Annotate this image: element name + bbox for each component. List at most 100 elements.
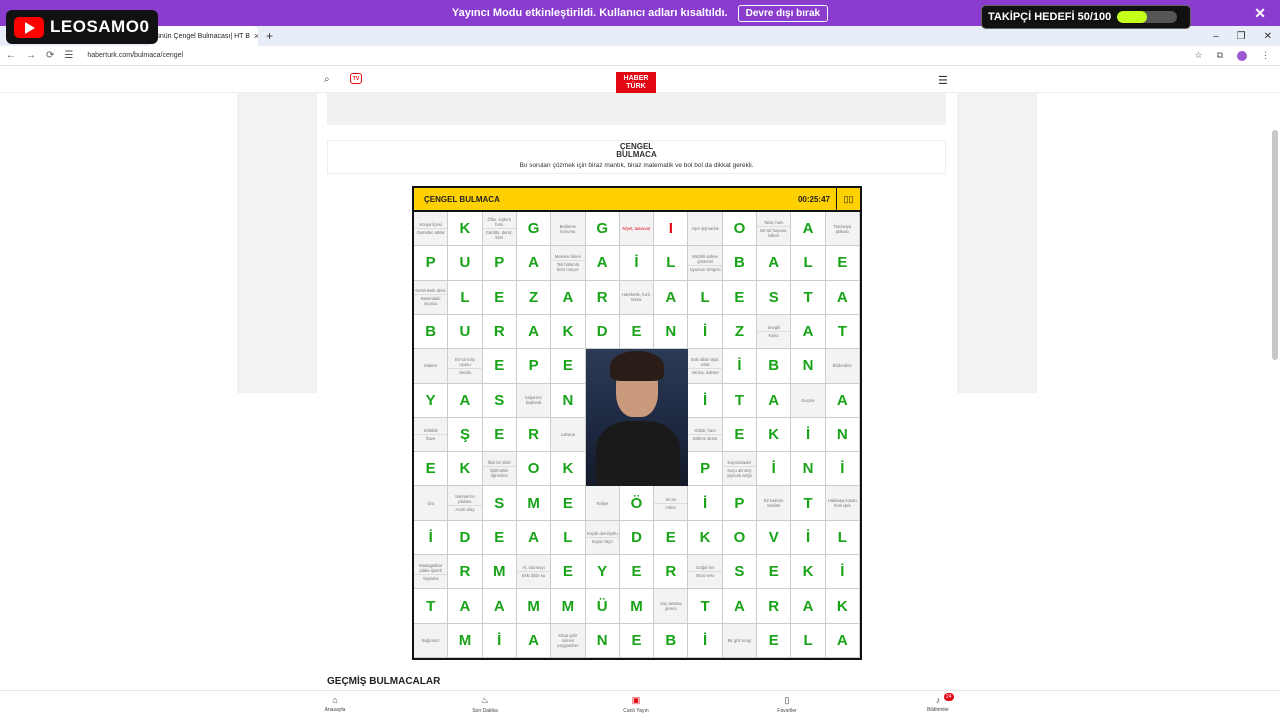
letter-cell[interactable]: L [791,623,826,658]
letter-cell[interactable]: E [757,623,792,658]
minimize-icon[interactable]: – [1213,31,1219,42]
letter-cell[interactable]: R [757,589,792,624]
letter-cell[interactable]: Y [585,555,620,590]
letter-cell[interactable]: S [482,383,517,418]
pause-icon[interactable]: ▯▯ [836,188,860,210]
letter-cell[interactable]: A [585,246,620,281]
letter-cell[interactable]: K [688,520,723,556]
letter-cell[interactable]: M [482,555,517,590]
letter-cell[interactable]: T [688,589,723,624]
nav-home[interactable]: ⌂ Anasayfa [305,695,365,713]
letter-cell[interactable]: A [791,589,826,624]
letter-cell[interactable]: Z [722,314,758,350]
nav-live[interactable]: ▣ Canlı Yayın [606,695,666,714]
letter-cell[interactable]: E [757,555,792,590]
letter-cell[interactable]: N [551,383,586,418]
letter-cell[interactable]: İ [688,314,723,350]
nav-notifications[interactable]: ♪ 24 Bildirimler [908,693,968,713]
letter-cell[interactable]: E [482,520,517,556]
forward-icon[interactable]: → [26,50,36,61]
letter-cell[interactable]: A [722,589,758,624]
reload-icon[interactable]: ⟳ [46,50,54,61]
letter-cell[interactable]: İ [791,417,826,453]
letter-cell[interactable]: E [482,417,517,453]
letter-cell[interactable]: A [448,589,483,624]
letter-cell[interactable]: E [722,417,758,453]
letter-cell[interactable]: T [825,314,860,350]
letter-cell[interactable]: S [722,555,758,590]
letter-cell[interactable]: D [448,520,483,556]
letter-cell[interactable]: T [414,589,449,624]
close-icon[interactable]: ✕ [1254,5,1266,22]
letter-cell[interactable]: M [516,486,552,521]
letter-cell[interactable]: S [757,280,792,315]
letter-cell[interactable]: E [551,555,586,590]
letter-cell[interactable]: E [619,555,655,590]
letter-cell[interactable]: A [757,383,792,418]
letter-cell[interactable]: İ [482,623,517,658]
letter-cell[interactable]: E [414,452,449,487]
letter-cell[interactable]: M [448,623,483,658]
letter-cell[interactable]: N [825,417,860,453]
bookmark-star-icon[interactable]: ☆ [1194,50,1202,61]
letter-cell[interactable]: A [791,212,826,247]
letter-cell[interactable]: K [448,212,483,247]
letter-cell[interactable]: A [825,623,860,658]
letter-cell[interactable]: A [551,280,586,315]
letter-cell[interactable]: L [791,246,826,281]
letter-cell[interactable]: A [516,623,552,658]
letter-cell[interactable]: Ü [585,589,620,624]
active-letter-cell[interactable]: I [654,212,689,247]
letter-cell[interactable]: P [516,349,552,384]
letter-cell[interactable]: L [825,520,860,556]
nav-favorites[interactable]: ▯ Favoriler [757,695,817,714]
url-field[interactable]: haberturk.com/bulmaca/cengel [87,52,183,59]
letter-cell[interactable]: A [825,383,860,418]
letter-cell[interactable]: E [551,486,586,521]
letter-cell[interactable]: K [825,589,860,624]
letter-cell[interactable]: İ [722,349,758,384]
letter-cell[interactable]: İ [757,452,792,487]
letter-cell[interactable]: R [516,417,552,453]
letter-cell[interactable]: R [482,314,517,350]
profile-avatar[interactable] [1237,50,1247,61]
letter-cell[interactable]: Y [414,383,449,418]
letter-cell[interactable]: L [654,246,689,281]
hamburger-icon[interactable]: ☰ [938,74,948,87]
extensions-icon[interactable]: ⧉ [1217,50,1223,61]
letter-cell[interactable]: P [414,246,449,281]
letter-cell[interactable]: N [791,349,826,384]
tv-icon[interactable]: TV [350,73,362,84]
letter-cell[interactable]: E [619,314,655,350]
letter-cell[interactable]: A [448,383,483,418]
letter-cell[interactable]: A [516,520,552,556]
letter-cell[interactable]: R [654,555,689,590]
letter-cell[interactable]: P [482,246,517,281]
restore-icon[interactable]: ❐ [1237,31,1246,42]
letter-cell[interactable]: U [448,246,483,281]
letter-cell[interactable]: E [722,280,758,315]
letter-cell[interactable]: İ [688,383,723,418]
letter-cell[interactable]: İ [825,452,860,487]
letter-cell[interactable]: Ö [619,486,655,521]
letter-cell[interactable]: V [757,520,792,556]
letter-cell[interactable]: K [551,452,586,487]
back-icon[interactable]: ← [6,50,16,61]
letter-cell[interactable]: İ [619,246,655,281]
letter-cell[interactable]: L [688,280,723,315]
letter-cell[interactable]: Z [516,280,552,315]
letter-cell[interactable]: R [585,280,620,315]
letter-cell[interactable]: L [551,520,586,556]
letter-cell[interactable]: N [585,623,620,658]
window-close-icon[interactable]: ✕ [1264,31,1272,42]
search-icon[interactable]: ⌕ [324,74,330,85]
letter-cell[interactable]: R [448,555,483,590]
site-info-icon[interactable]: ☰ [64,50,73,61]
letter-cell[interactable]: İ [825,555,860,590]
letter-cell[interactable]: A [516,314,552,350]
letter-cell[interactable]: A [654,280,689,315]
letter-cell[interactable]: B [414,314,449,350]
letter-cell[interactable]: B [722,246,758,281]
letter-cell[interactable]: E [654,520,689,556]
letter-cell[interactable]: D [585,314,620,350]
